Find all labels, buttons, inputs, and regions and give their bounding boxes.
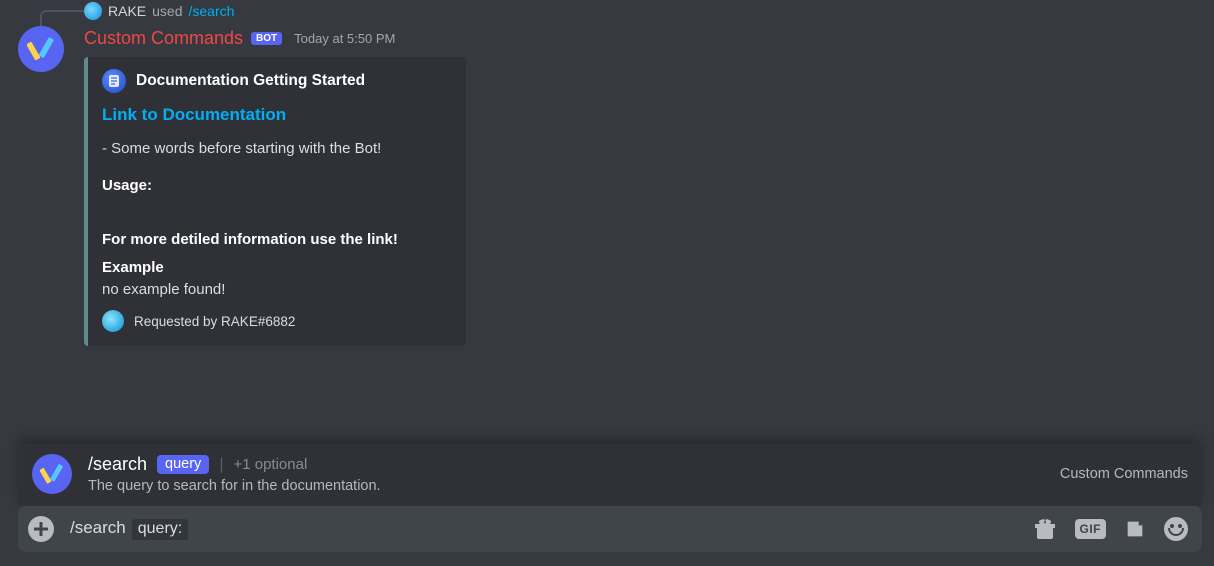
autocomplete-divider: | <box>219 456 223 474</box>
embed-author: Documentation Getting Started <box>102 69 450 93</box>
autocomplete-description: The query to search for in the documenta… <box>88 478 1060 494</box>
reply-reference[interactable]: RAKE used /search <box>84 2 234 20</box>
embed-footer: Requested by RAKE#6882 <box>102 310 450 332</box>
chat-text-input[interactable]: /search query: <box>70 518 1033 540</box>
pencil-ruler-icon <box>40 462 64 486</box>
document-icon <box>102 69 126 93</box>
embed-footer-text: Requested by RAKE#6882 <box>134 312 295 332</box>
embed-author-name: Documentation Getting Started <box>136 70 365 92</box>
gif-icon: GIF <box>1075 519 1107 539</box>
message-timestamp: Today at 5:50 PM <box>294 31 395 46</box>
gift-button[interactable] <box>1033 517 1057 541</box>
bot-tag: BOT <box>251 32 282 45</box>
autocomplete-app-name: Custom Commands <box>1060 466 1188 482</box>
embed-usage-label: Usage: <box>102 175 450 197</box>
reply-command: /search <box>188 3 234 19</box>
embed-footer-avatar <box>102 310 124 332</box>
embed-example-label: Example <box>102 257 450 279</box>
autocomplete-app-avatar <box>32 454 72 494</box>
emoji-icon <box>1164 517 1188 541</box>
reply-user-avatar <box>84 2 102 20</box>
command-autocomplete[interactable]: /search query | +1 optional The query to… <box>18 444 1202 506</box>
gif-button[interactable]: GIF <box>1075 519 1107 539</box>
embed-title-link[interactable]: Link to Documentation <box>102 103 450 128</box>
chat-input-command: /search <box>70 518 126 538</box>
gift-icon <box>1033 517 1057 541</box>
reply-username: RAKE <box>108 3 146 19</box>
bot-avatar[interactable] <box>18 26 64 72</box>
autocomplete-optional: +1 optional <box>233 456 307 473</box>
emoji-button[interactable] <box>1164 517 1188 541</box>
message: Custom Commands BOT Today at 5:50 PM Doc… <box>18 26 1204 72</box>
reply-used-word: used <box>152 3 182 19</box>
sticker-icon <box>1124 518 1146 540</box>
autocomplete-param: query <box>157 455 209 474</box>
chat-input-bar: /search query: GIF <box>18 506 1202 552</box>
embed-example-body: no example found! <box>102 279 450 301</box>
sticker-button[interactable] <box>1124 518 1146 540</box>
plus-icon <box>34 522 48 536</box>
author-name[interactable]: Custom Commands <box>84 28 243 49</box>
chat-input-param: query: <box>132 519 188 540</box>
embed-description: - Some words before starting with the Bo… <box>102 138 450 160</box>
embed-moreinfo: For more detiled information use the lin… <box>102 229 450 251</box>
embed: Documentation Getting Started Link to Do… <box>84 57 466 346</box>
upload-button[interactable] <box>28 516 54 542</box>
autocomplete-command-name: /search <box>88 454 147 475</box>
pencil-ruler-icon <box>27 35 55 63</box>
message-header: Custom Commands BOT Today at 5:50 PM <box>84 28 1204 49</box>
